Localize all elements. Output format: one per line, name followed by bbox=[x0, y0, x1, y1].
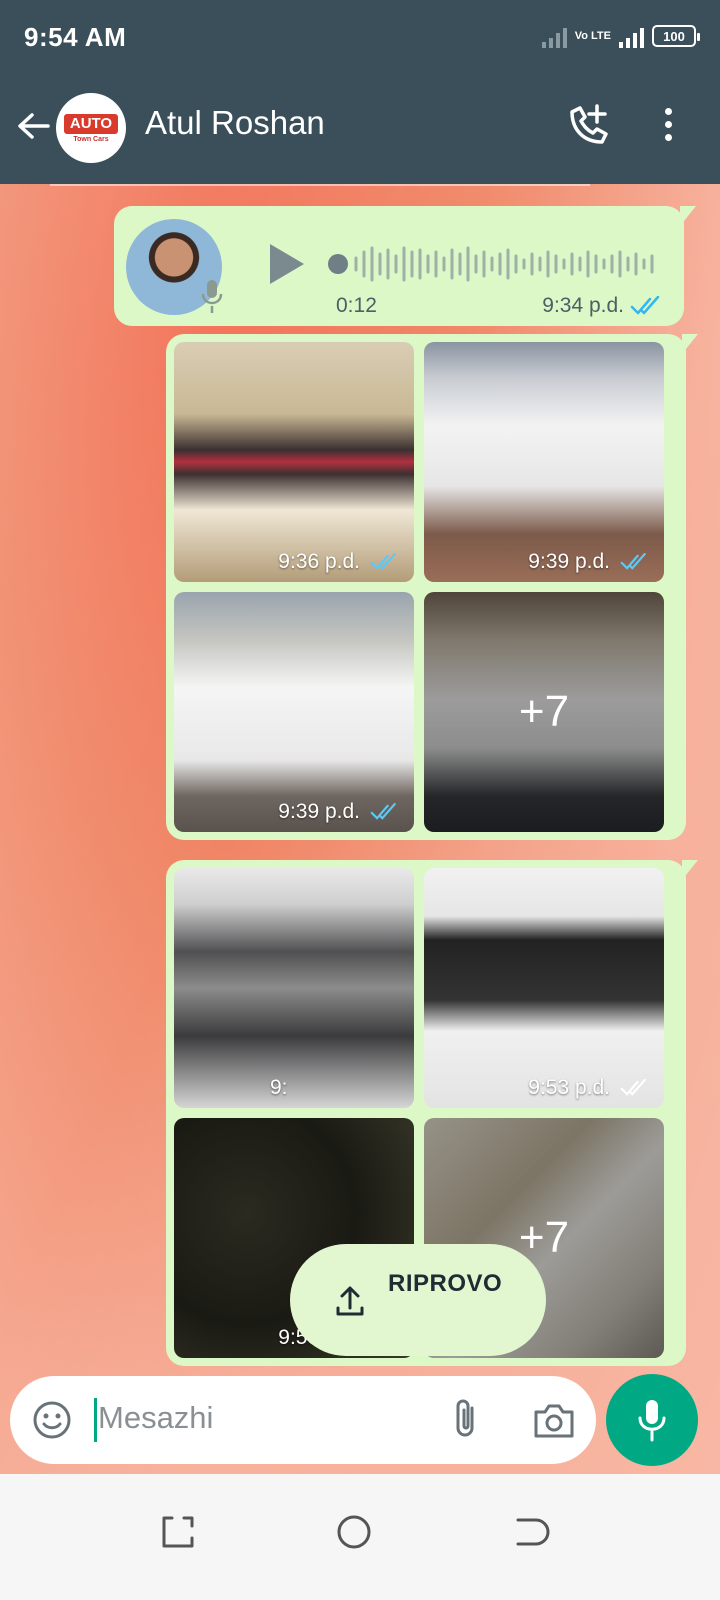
signal-icon-2 bbox=[619, 24, 644, 48]
photo-thumbnail[interactable]: 9: bbox=[174, 868, 414, 1108]
text-cursor bbox=[94, 1398, 97, 1442]
volte-icon: Vo LTE bbox=[574, 29, 611, 42]
chat-header: AUTO Town Cars Atul Roshan bbox=[0, 72, 720, 184]
read-ticks-icon bbox=[370, 803, 396, 820]
photo-stamp: 9: bbox=[270, 1076, 288, 1100]
photo-thumbnail[interactable]: 9:39 p.d. bbox=[174, 592, 414, 832]
back-arrow-icon[interactable] bbox=[14, 106, 54, 146]
back-icon[interactable] bbox=[510, 1512, 550, 1552]
media-group-message[interactable]: 9:36 p.d. 9:39 p.d. 9:39 p.d. +7 bbox=[166, 334, 698, 840]
photo-time: 9:53 p.d. bbox=[528, 1076, 610, 1099]
more-vert-icon[interactable] bbox=[660, 108, 676, 148]
photo-time: 9:39 p.d. bbox=[528, 550, 610, 573]
message-input[interactable]: Mesazhi bbox=[98, 1400, 213, 1436]
status-time: 9:54 AM bbox=[24, 22, 127, 52]
waveform[interactable] bbox=[328, 244, 668, 284]
home-icon[interactable] bbox=[334, 1512, 374, 1552]
attach-icon[interactable] bbox=[450, 1396, 480, 1442]
more-photos-count: +7 bbox=[424, 592, 664, 832]
battery-level: 100 bbox=[663, 28, 685, 44]
read-ticks-icon bbox=[370, 553, 396, 570]
photo-stamp: 9:36 p.d. bbox=[278, 550, 400, 574]
voice-record-button[interactable] bbox=[606, 1374, 698, 1466]
message-time: 9:34 p.d. bbox=[542, 294, 624, 317]
add-call-icon[interactable] bbox=[566, 102, 610, 150]
status-bar: 9:54 AM Vo LTE 100 bbox=[0, 0, 720, 72]
photo-stamp: 9:53 p.d. bbox=[528, 1076, 650, 1100]
avatar-logo-text: AUTO bbox=[63, 113, 119, 134]
battery-icon: 100 bbox=[652, 25, 700, 47]
voice-duration: 0:12 bbox=[336, 294, 377, 317]
message-composer[interactable]: Mesazhi bbox=[10, 1376, 596, 1464]
read-ticks-icon bbox=[620, 553, 646, 570]
retry-label: RIPROVO bbox=[388, 1270, 503, 1297]
photo-thumbnail[interactable]: 9:39 p.d. bbox=[424, 342, 664, 582]
contact-name[interactable]: Atul Roshan bbox=[145, 104, 325, 142]
read-ticks-icon bbox=[630, 296, 660, 315]
photo-thumbnail[interactable]: 9:53 p.d. bbox=[424, 868, 664, 1108]
contact-avatar[interactable]: AUTO Town Cars bbox=[56, 93, 126, 163]
system-nav-bar bbox=[0, 1474, 720, 1600]
retry-button[interactable]: RIPROVO bbox=[290, 1244, 546, 1356]
photo-thumbnail[interactable]: +7 bbox=[424, 592, 664, 832]
play-icon[interactable] bbox=[266, 242, 306, 286]
voice-message[interactable]: 0:12 9:34 p.d. bbox=[114, 206, 696, 326]
chat-area[interactable]: 0:12 9:34 p.d. 9:36 p.d. 9:39 p.d. 9:39 … bbox=[0, 184, 720, 1504]
mic-icon bbox=[638, 1400, 666, 1442]
recents-icon[interactable] bbox=[158, 1512, 198, 1552]
photo-time: 9:39 p.d. bbox=[278, 800, 360, 823]
status-icons: Vo LTE 100 bbox=[541, 20, 700, 52]
photo-thumbnail[interactable]: 9:36 p.d. bbox=[174, 342, 414, 582]
photo-time: 9: bbox=[270, 1076, 288, 1099]
mic-icon bbox=[201, 280, 223, 313]
photo-time: 9:36 p.d. bbox=[278, 550, 360, 573]
avatar-logo-subtext: Town Cars bbox=[73, 135, 109, 143]
camera-icon[interactable] bbox=[532, 1400, 576, 1440]
emoji-icon[interactable] bbox=[32, 1400, 72, 1440]
photo-stamp: 9:39 p.d. bbox=[528, 550, 650, 574]
delivered-ticks-icon bbox=[620, 1079, 646, 1096]
photo-stamp: 9:39 p.d. bbox=[278, 800, 400, 824]
upload-icon bbox=[336, 1286, 364, 1316]
signal-icon-1 bbox=[541, 24, 567, 48]
